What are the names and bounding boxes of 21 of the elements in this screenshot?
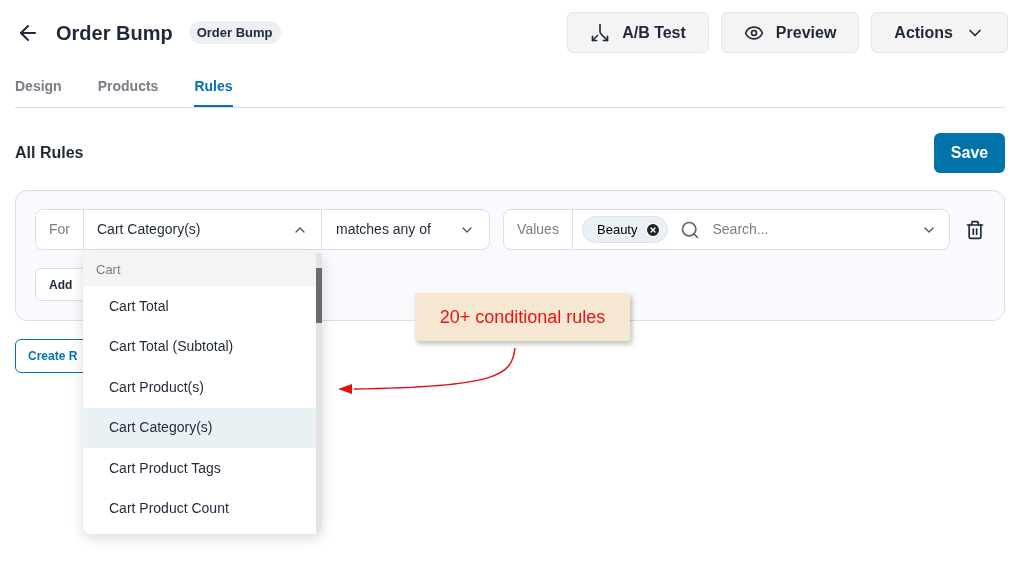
search-field[interactable]: Search... xyxy=(712,219,909,240)
value-tag: Beauty xyxy=(582,216,669,243)
dropdown-item[interactable]: Cart Category(s) xyxy=(83,407,316,448)
page-title: Order Bump xyxy=(56,20,173,46)
type-badge: Order Bump xyxy=(188,20,281,45)
tab[interactable]: Rules xyxy=(194,76,233,107)
values-label: Values xyxy=(504,210,573,249)
callout-note: 20+ conditional rules xyxy=(415,293,630,341)
group-label: Cart xyxy=(83,253,316,286)
tab[interactable]: Products xyxy=(97,76,159,107)
header-button[interactable]: Preview xyxy=(720,12,860,53)
search-icon xyxy=(680,219,701,240)
tab[interactable]: Design xyxy=(15,76,62,107)
remove-tag-icon[interactable] xyxy=(645,221,662,238)
header-button[interactable]: A/B Test xyxy=(567,12,709,53)
scrollbar-thumb[interactable] xyxy=(316,268,322,323)
actions-menu-button[interactable]: Actions xyxy=(871,12,1008,53)
split-arrows-icon xyxy=(590,22,611,43)
section-title: All Rules xyxy=(15,143,84,163)
save-button[interactable]: Save xyxy=(934,133,1005,173)
delete-icon[interactable] xyxy=(965,219,985,240)
